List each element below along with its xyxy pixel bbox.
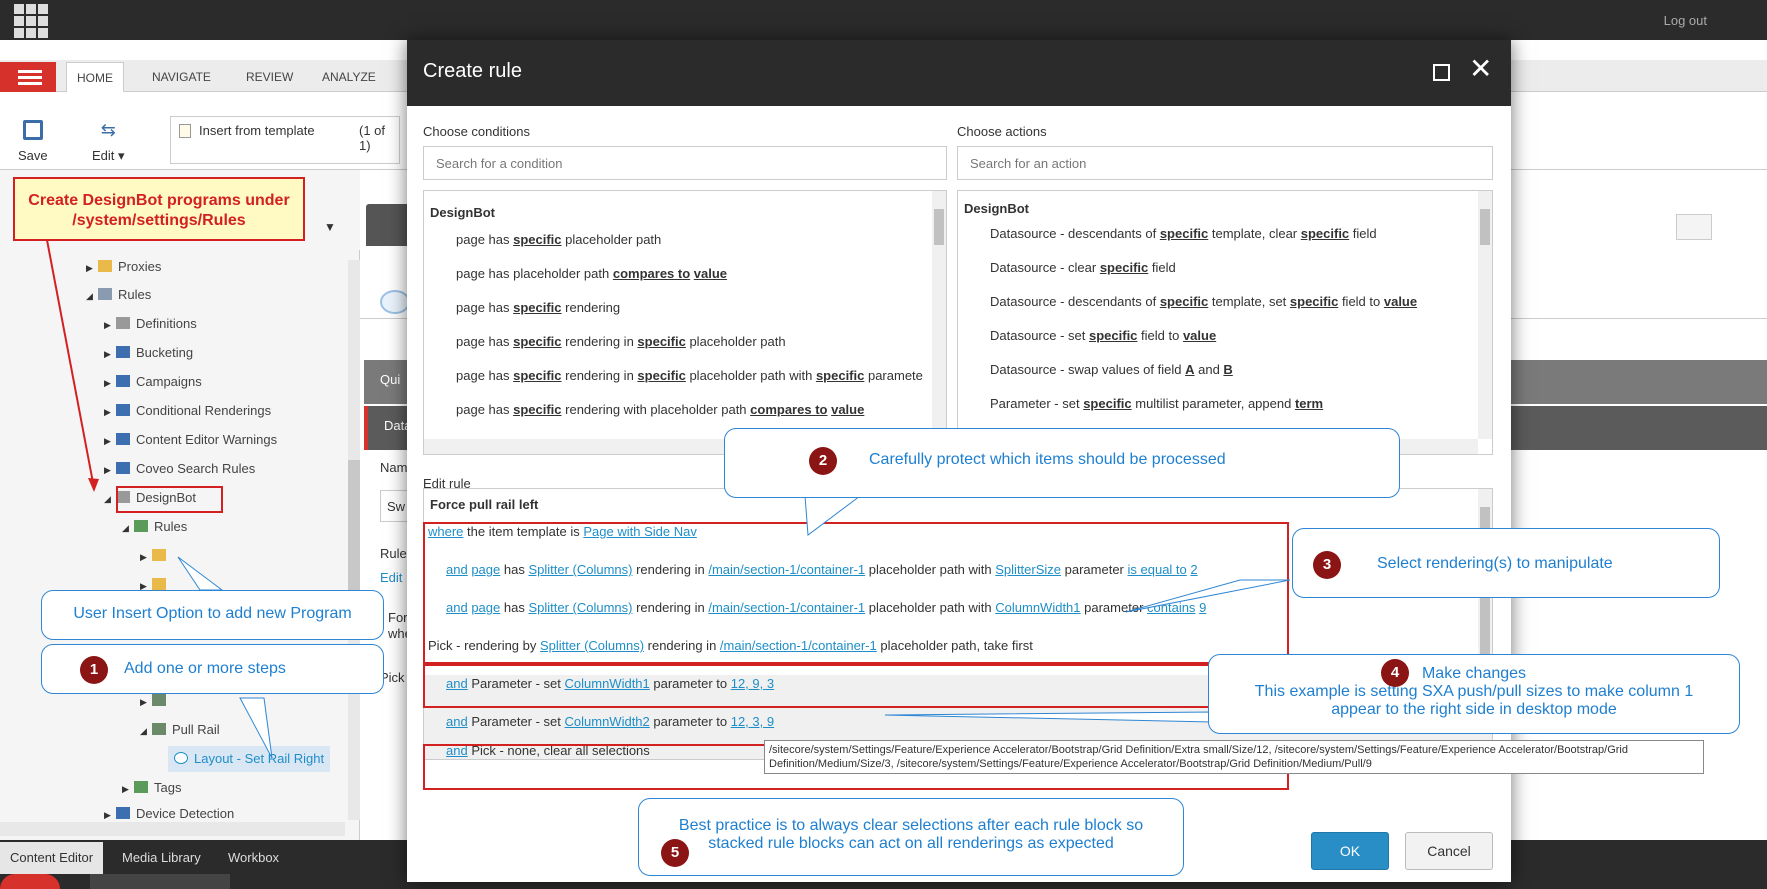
callout-best-practice: 5 Best practice is to always clear selec… xyxy=(638,798,1184,876)
note-designbot-location: Create DesignBot programs under /system/… xyxy=(13,177,305,241)
step-number: 2 xyxy=(809,447,837,475)
step-number: 1 xyxy=(80,656,108,684)
step-number: 4 xyxy=(1381,659,1409,687)
callout-select-renderings: 3 Select rendering(s) to manipulate xyxy=(1292,528,1720,598)
callout-make-changes: 4 Make changes This example is setting S… xyxy=(1208,654,1740,734)
callout-add-steps: 1 Add one or more steps xyxy=(41,644,384,694)
callout-insert-option: User Insert Option to add new Program xyxy=(41,590,384,640)
step-number: 3 xyxy=(1313,551,1341,579)
callout-protect-items: 2 Carefully protect which items should b… xyxy=(724,428,1400,498)
step-number: 5 xyxy=(661,839,689,867)
